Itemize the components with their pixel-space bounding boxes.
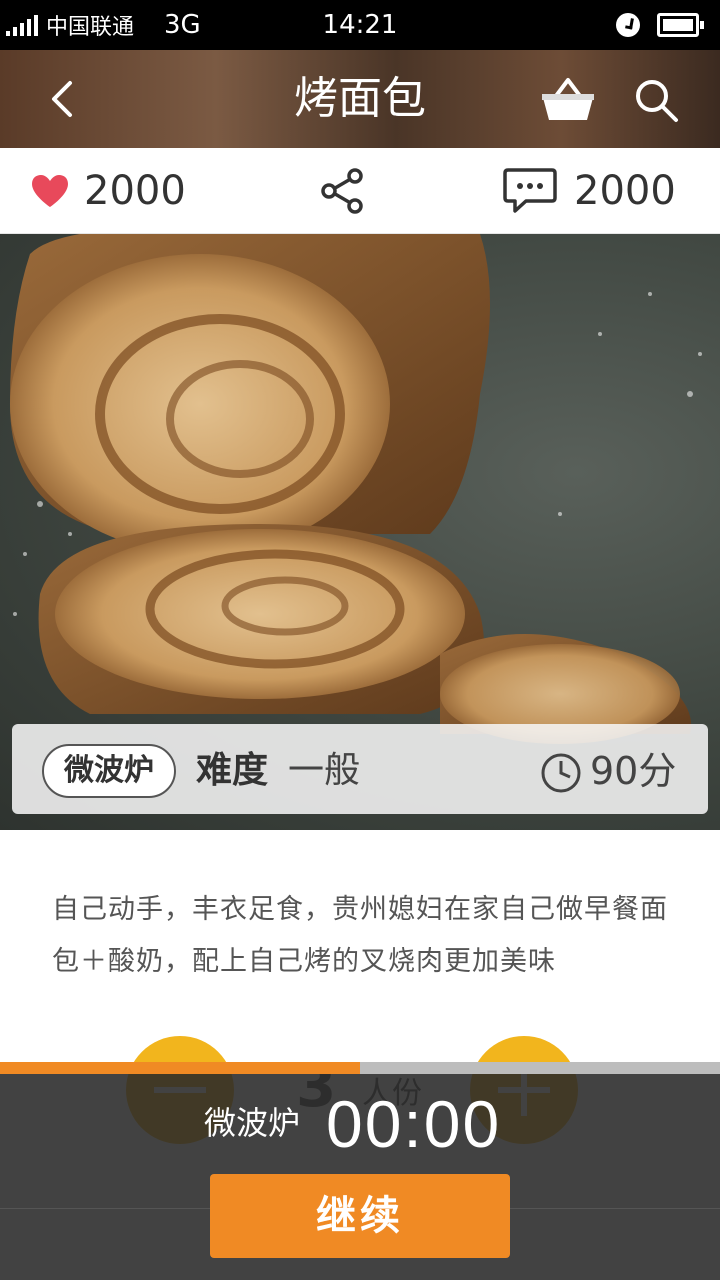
timer-mode-label: 微波炉 [204, 1104, 301, 1142]
heart-icon [32, 175, 68, 207]
difficulty-label: 难度 [196, 750, 269, 791]
comment-count: 2000 [574, 168, 676, 214]
alarm-icon [616, 13, 640, 37]
signal-icon [6, 14, 38, 36]
status-bar: 中国联通 3G 14:21 [0, 0, 720, 50]
like-button[interactable]: 2000 [30, 148, 186, 234]
search-icon[interactable] [632, 76, 680, 124]
share-icon[interactable] [318, 166, 368, 216]
back-icon[interactable] [44, 79, 84, 119]
recipe-photo: 微波炉 难度 一般 90分 [0, 234, 720, 830]
timer-display: 00:00 [326, 1087, 502, 1161]
page-title: 烤面包 [294, 73, 426, 124]
like-count: 2000 [84, 168, 186, 214]
timer-progress-fill [0, 1062, 360, 1074]
recipe-info-bar: 微波炉 难度 一般 90分 [12, 724, 708, 814]
nav-header: 烤面包 [0, 50, 720, 148]
timer-progress-track [0, 1062, 720, 1074]
carrier-name: 中国联通 [46, 15, 135, 40]
continue-button[interactable]: 继续 [210, 1174, 510, 1258]
clock-icon [541, 753, 581, 793]
timer-panel: 微波炉 00:00 继续 [0, 1062, 720, 1280]
method-tag: 微波炉 [42, 744, 176, 798]
comment-button[interactable]: 2000 [502, 148, 676, 234]
comment-icon [503, 168, 557, 213]
stats-bar: 2000 2000 [0, 148, 720, 234]
network-type: 3G [164, 10, 201, 40]
battery-icon [657, 13, 704, 37]
difficulty-value: 一般 [288, 750, 361, 791]
cook-time: 90分 [590, 749, 677, 793]
recipe-description: 自己动手，丰衣足食，贵州媳妇在家自己做早餐面包＋酸奶，配上自己烤的叉烧肉更加美味 [52, 894, 668, 977]
basket-icon[interactable] [540, 74, 596, 124]
